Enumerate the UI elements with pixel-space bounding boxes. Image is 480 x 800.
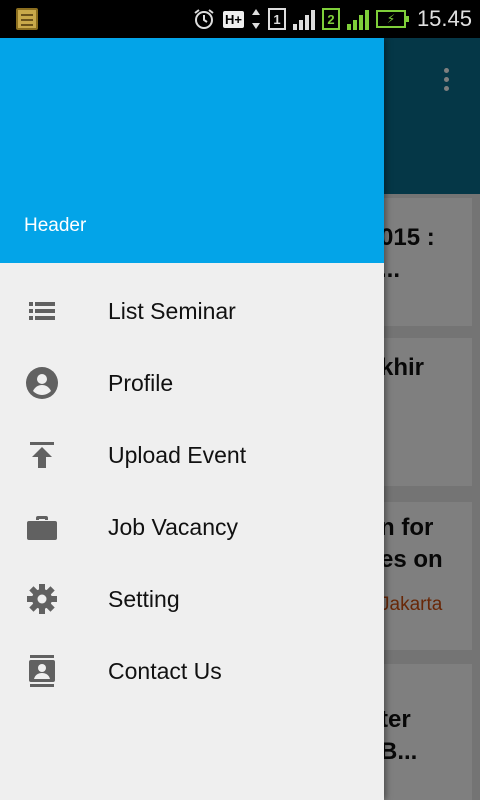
drawer-menu: List Seminar Profile Upload Event Job Va…: [0, 263, 384, 707]
drawer-header: Header: [0, 38, 384, 263]
upload-icon: [26, 439, 58, 471]
account-circle-icon: [26, 367, 58, 399]
data-arrows-icon: [251, 8, 261, 30]
menu-item-contact-us[interactable]: Contact Us: [0, 635, 384, 707]
menu-item-label: Profile: [108, 369, 174, 396]
menu-item-setting[interactable]: Setting: [0, 563, 384, 635]
signal-icon-2: [346, 8, 369, 30]
contacts-icon: [26, 655, 58, 687]
navigation-drawer: Header List Seminar Profile Upload Event…: [0, 38, 384, 800]
drawer-header-title: Header: [24, 215, 87, 236]
signal-icon: [292, 8, 315, 30]
menu-item-label: List Seminar: [108, 297, 236, 324]
menu-item-upload-event[interactable]: Upload Event: [0, 419, 384, 491]
network-type-badge: H+: [222, 10, 244, 28]
status-bar: H+ 1 2 ⚡ 15.45: [0, 0, 480, 38]
menu-item-job-vacancy[interactable]: Job Vacancy: [0, 491, 384, 563]
menu-item-profile[interactable]: Profile: [0, 347, 384, 419]
menu-item-list-seminar[interactable]: List Seminar: [0, 275, 384, 347]
sim2-indicator: 2: [321, 8, 340, 30]
notes-icon: [16, 8, 38, 30]
list-icon: [26, 295, 58, 327]
alarm-icon: [192, 7, 216, 31]
clock: 15.45: [416, 6, 472, 31]
menu-item-label: Setting: [108, 585, 180, 612]
battery-charging-icon: ⚡: [375, 10, 409, 28]
sim1-indicator: 1: [267, 8, 286, 30]
menu-item-label: Job Vacancy: [108, 513, 238, 540]
menu-item-label: Contact Us: [108, 657, 222, 684]
gear-icon: [26, 583, 58, 615]
briefcase-icon: [26, 511, 58, 543]
menu-item-label: Upload Event: [108, 441, 247, 468]
